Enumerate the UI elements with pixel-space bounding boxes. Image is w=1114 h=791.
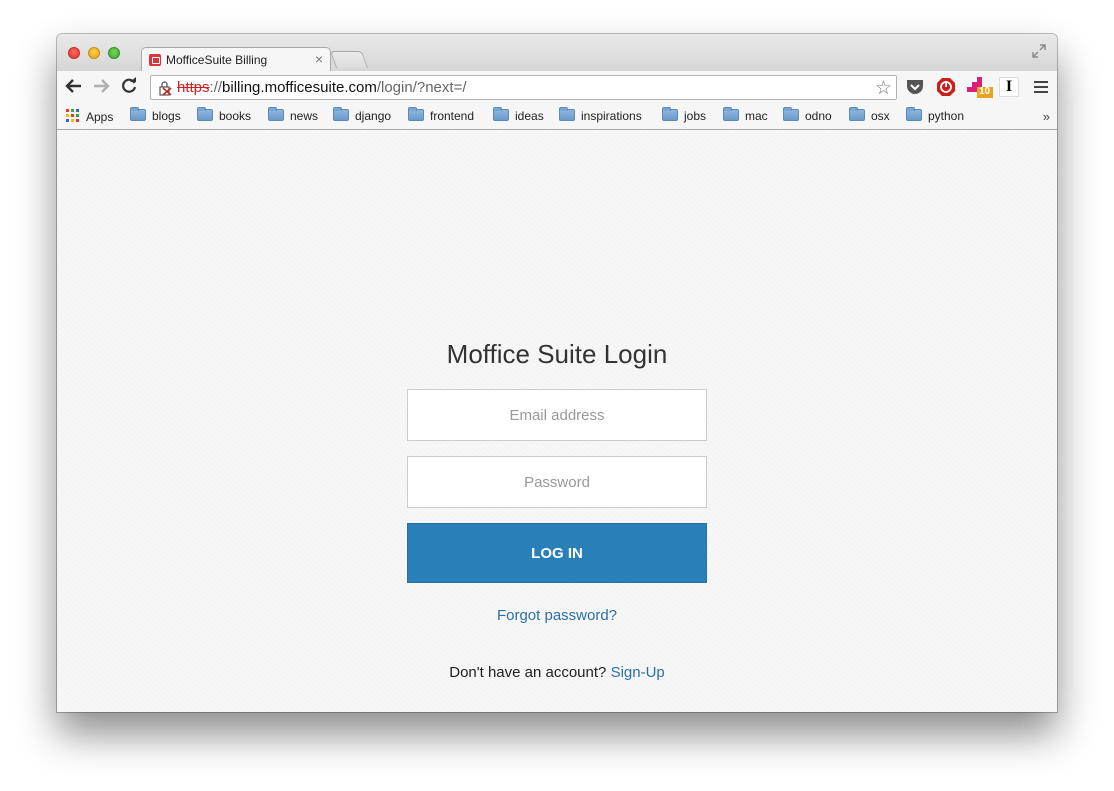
tab-title: MofficeSuite Billing [166, 53, 268, 67]
chrome-menu-icon[interactable] [1034, 81, 1048, 93]
favicon-icon [149, 54, 161, 66]
page-title: Moffice Suite Login [446, 339, 668, 369]
arrow-left-icon [65, 79, 81, 93]
reload-icon [122, 77, 137, 93]
bookmark-label: inspirations [581, 109, 642, 123]
bookmark-label: blogs [152, 109, 181, 123]
forgot-password-link[interactable]: Forgot password? [57, 607, 1057, 624]
bookmark-label: mac [745, 109, 768, 123]
bookmark-label: python [928, 109, 965, 123]
url-text: https://billing.mofficesuite.com/login/?… [177, 79, 467, 96]
folder-icon [268, 107, 284, 121]
arrow-right-icon [94, 79, 110, 93]
url-host: billing.mofficesuite.com [222, 79, 377, 96]
bookmark-folder-mac[interactable]: mac [723, 107, 768, 125]
bookmark-apps-label: Apps [86, 110, 114, 124]
tab-active[interactable]: MofficeSuite Billing × [141, 47, 331, 72]
folder-icon [408, 107, 424, 121]
bookmark-label: jobs [684, 109, 707, 123]
browser-toolbar: https://billing.mofficesuite.com/login/?… [57, 71, 1057, 104]
password-field[interactable] [407, 456, 707, 508]
bookmark-label: django [355, 109, 392, 123]
page-content: Moffice Suite Login LOG IN Forgot passwo… [57, 131, 1057, 712]
bookmark-label: frontend [430, 109, 475, 123]
bookmark-folder-odno[interactable]: odno [783, 107, 832, 125]
bookmark-folder-jobs[interactable]: jobs [662, 107, 707, 125]
folder-icon [130, 107, 146, 121]
window-close-button[interactable] [68, 47, 80, 59]
folder-icon [783, 107, 799, 121]
extension-badge-count: 10 [979, 86, 991, 97]
bookmark-label: news [290, 109, 319, 123]
reload-button[interactable] [119, 77, 139, 97]
instapaper-icon[interactable]: I [999, 77, 1019, 97]
bookmarks-bar: Apps blogs books news django frontend id… [57, 104, 1057, 130]
login-button[interactable]: LOG IN [407, 523, 707, 583]
bookmark-star-icon[interactable]: ☆ [875, 77, 892, 100]
instapaper-letter: I [1005, 78, 1013, 95]
apps-grid-icon [66, 109, 79, 122]
bookmark-folder-frontend[interactable]: frontend [408, 107, 475, 125]
folder-icon [849, 107, 865, 121]
folder-icon [559, 107, 575, 121]
bookmark-folder-inspirations[interactable]: inspirations [559, 107, 642, 125]
bookmark-folder-news[interactable]: news [268, 107, 319, 125]
bookmark-folder-ideas[interactable]: ideas [493, 107, 544, 125]
url-path: /login/?next=/ [376, 79, 467, 96]
extension-badge-icon[interactable]: 10 [967, 77, 993, 98]
signup-prompt: Don't have an account? [449, 664, 607, 681]
forward-button[interactable] [91, 77, 111, 97]
window-zoom-button[interactable] [108, 47, 120, 59]
folder-icon [662, 107, 678, 121]
bookmark-label: osx [871, 109, 890, 123]
new-tab-button[interactable] [329, 51, 369, 68]
folder-icon [197, 107, 213, 121]
bookmark-folder-osx[interactable]: osx [849, 107, 890, 125]
adblock-icon[interactable] [936, 77, 956, 97]
bookmark-folder-books[interactable]: books [197, 107, 252, 125]
folder-icon [906, 107, 922, 121]
bookmark-folder-blogs[interactable]: blogs [130, 107, 181, 125]
pocket-icon[interactable] [905, 77, 925, 97]
fullscreen-icon[interactable] [1032, 44, 1048, 60]
email-field[interactable] [407, 389, 707, 441]
broken-lock-icon[interactable] [158, 81, 172, 96]
tab-strip: MofficeSuite Billing × [57, 34, 1057, 72]
signup-line: Don't have an account? Sign-Up [57, 664, 1057, 681]
bookmark-label: ideas [515, 109, 544, 123]
folder-icon [333, 107, 349, 121]
url-separator: :// [209, 79, 223, 96]
bookmarks-overflow-button[interactable]: » [1043, 109, 1050, 124]
back-button[interactable] [64, 77, 84, 97]
signup-link[interactable]: Sign-Up [611, 664, 665, 681]
folder-icon [493, 107, 509, 121]
bookmark-label: odno [805, 109, 832, 123]
bookmark-label: books [219, 109, 252, 123]
bookmark-apps[interactable]: Apps [66, 109, 113, 125]
url-scheme: https [177, 79, 210, 96]
bookmark-folder-django[interactable]: django [333, 107, 392, 125]
address-bar[interactable]: https://billing.mofficesuite.com/login/?… [150, 75, 897, 100]
browser-window: MofficeSuite Billing × https://billing.m… [57, 34, 1057, 712]
window-minimize-button[interactable] [88, 47, 100, 59]
tab-close-icon[interactable]: × [315, 51, 323, 67]
bookmark-folder-python[interactable]: python [906, 107, 965, 125]
folder-icon [723, 107, 739, 121]
